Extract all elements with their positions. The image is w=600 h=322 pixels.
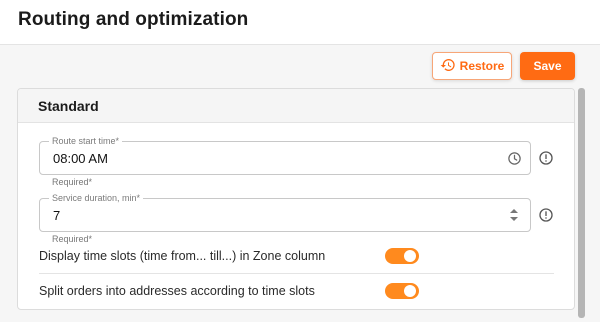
scrollbar[interactable]	[578, 88, 585, 318]
toggle-knob	[404, 285, 416, 297]
service-duration-field[interactable]: Service duration, min* 7	[39, 192, 531, 232]
route-start-time-field[interactable]: Route start time* 08:00 AM	[39, 135, 531, 175]
route-start-time-label: Route start time*	[49, 135, 123, 147]
toggle-label-split-orders: Split orders into addresses according to…	[39, 284, 315, 298]
info-icon[interactable]	[538, 207, 554, 223]
split-orders-toggle[interactable]	[385, 283, 419, 299]
save-button[interactable]: Save	[520, 52, 575, 80]
section-title: Standard	[18, 89, 574, 123]
info-icon[interactable]	[538, 150, 554, 166]
service-duration-label: Service duration, min*	[49, 192, 144, 204]
service-duration-value: 7	[53, 208, 61, 223]
settings-card: Standard Route start time* 08:00 AM Requ…	[17, 88, 575, 310]
time-slots-toggle[interactable]	[385, 248, 419, 264]
restore-label: Restore	[459, 59, 505, 73]
toggle-label-time-slots: Display time slots (time from... till...…	[39, 249, 326, 263]
toolbar: Restore Save	[432, 52, 575, 80]
toggle-row-split-orders: Split orders into addresses according to…	[39, 274, 554, 308]
route-start-time-value: 08:00 AM	[53, 151, 108, 166]
restore-button[interactable]: Restore	[432, 52, 512, 80]
page-title: Routing and optimization	[18, 9, 249, 30]
route-start-time-helper: Required*	[52, 177, 93, 187]
clock-icon[interactable]	[506, 150, 522, 166]
toggle-knob	[404, 250, 416, 262]
page-header: Routing and optimization	[0, 0, 600, 45]
scrollbar-thumb[interactable]	[578, 88, 585, 318]
stepper-icon[interactable]	[506, 207, 522, 223]
toggle-row-time-slots: Display time slots (time from... till...…	[39, 239, 554, 273]
history-icon	[440, 57, 456, 76]
